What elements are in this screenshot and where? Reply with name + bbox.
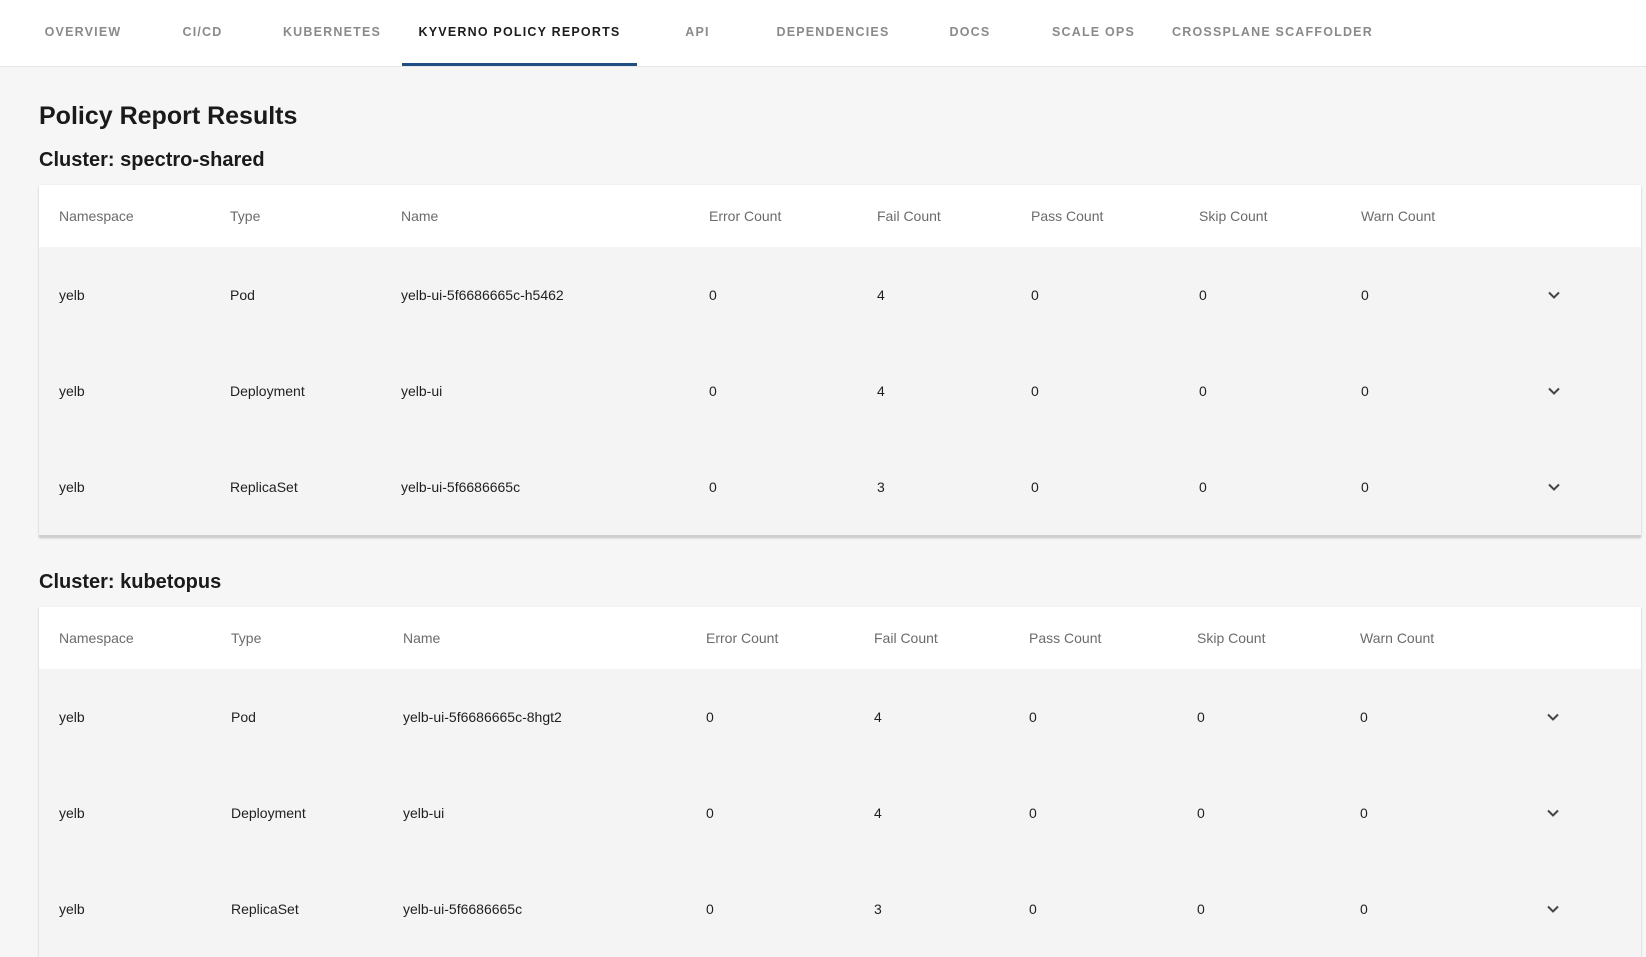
table-row: yelb Deployment yelb-ui 0 4 0 0 0 [39, 765, 1641, 861]
tab-api[interactable]: API [650, 0, 745, 63]
chevron-down-icon[interactable] [1543, 803, 1563, 823]
cell-name: yelb-ui [401, 383, 443, 399]
cell-fail-count: 4 [874, 709, 882, 725]
tab-docs[interactable]: DOCS [920, 0, 1020, 63]
table-divider [39, 535, 1641, 537]
column-header-namespace[interactable]: Namespace [59, 607, 134, 669]
cell-warn-count: 0 [1361, 479, 1369, 495]
cell-warn-count: 0 [1360, 709, 1368, 725]
cell-pass-count: 0 [1031, 287, 1039, 303]
cell-error-count: 0 [706, 805, 714, 821]
column-header-pass-count[interactable]: Pass Count [1029, 607, 1101, 669]
cell-error-count: 0 [709, 383, 717, 399]
chevron-down-icon[interactable] [1544, 285, 1564, 305]
cell-pass-count: 0 [1029, 709, 1037, 725]
column-header-warn-count[interactable]: Warn Count [1361, 185, 1435, 247]
column-header-type[interactable]: Type [230, 185, 260, 247]
cell-warn-count: 0 [1361, 383, 1369, 399]
cell-error-count: 0 [706, 709, 714, 725]
table-row: yelb ReplicaSet yelb-ui-5f6686665c 0 3 0… [39, 861, 1641, 957]
tab-kubernetes[interactable]: KUBERNETES [262, 0, 402, 63]
cell-type: Deployment [230, 383, 305, 399]
policy-report-table: Namespace Type Name Error Count Fail Cou… [39, 607, 1641, 957]
tab-bar: OVERVIEW CI/CD KUBERNETES KYVERNO POLICY… [0, 0, 1646, 67]
cell-skip-count: 0 [1197, 805, 1205, 821]
tab-crossplane-scaffolder[interactable]: CROSSPLANE SCAFFOLDER [1170, 0, 1375, 63]
cell-skip-count: 0 [1199, 479, 1207, 495]
cell-namespace: yelb [59, 709, 85, 725]
column-header-error-count[interactable]: Error Count [709, 185, 781, 247]
policy-report-table: Namespace Type Name Error Count Fail Cou… [39, 185, 1641, 537]
tab-kyverno-policy-reports[interactable]: KYVERNO POLICY REPORTS [402, 0, 637, 66]
cell-name: yelb-ui-5f6686665c-h5462 [401, 287, 564, 303]
cell-pass-count: 0 [1031, 479, 1039, 495]
column-header-skip-count[interactable]: Skip Count [1199, 185, 1267, 247]
cell-fail-count: 3 [874, 901, 882, 917]
cell-fail-count: 4 [874, 805, 882, 821]
column-header-fail-count[interactable]: Fail Count [877, 185, 941, 247]
table-row: yelb Pod yelb-ui-5f6686665c-8hgt2 0 4 0 … [39, 669, 1641, 765]
table-header: Namespace Type Name Error Count Fail Cou… [39, 185, 1641, 247]
chevron-down-icon[interactable] [1543, 707, 1563, 727]
cell-error-count: 0 [709, 479, 717, 495]
table-row: yelb ReplicaSet yelb-ui-5f6686665c 0 3 0… [39, 439, 1641, 535]
cell-fail-count: 4 [877, 287, 885, 303]
column-header-warn-count[interactable]: Warn Count [1360, 607, 1434, 669]
chevron-down-icon[interactable] [1544, 477, 1564, 497]
column-header-pass-count[interactable]: Pass Count [1031, 185, 1103, 247]
cell-skip-count: 0 [1197, 709, 1205, 725]
cell-skip-count: 0 [1199, 287, 1207, 303]
cell-error-count: 0 [706, 901, 714, 917]
cluster-heading: Cluster: kubetopus [39, 571, 222, 593]
chevron-down-icon[interactable] [1543, 899, 1563, 919]
cell-skip-count: 0 [1199, 383, 1207, 399]
cell-pass-count: 0 [1029, 805, 1037, 821]
table-row: yelb Pod yelb-ui-5f6686665c-h5462 0 4 0 … [39, 247, 1641, 343]
tab-cicd[interactable]: CI/CD [150, 0, 255, 63]
cluster-heading: Cluster: spectro-shared [39, 149, 265, 171]
cell-type: Pod [230, 287, 255, 303]
column-header-skip-count[interactable]: Skip Count [1197, 607, 1265, 669]
cell-error-count: 0 [709, 287, 717, 303]
column-header-name[interactable]: Name [401, 185, 438, 247]
column-header-type[interactable]: Type [231, 607, 261, 669]
table-row: yelb Deployment yelb-ui 0 4 0 0 0 [39, 343, 1641, 439]
cell-warn-count: 0 [1360, 805, 1368, 821]
cell-warn-count: 0 [1360, 901, 1368, 917]
cell-skip-count: 0 [1197, 901, 1205, 917]
cell-pass-count: 0 [1029, 901, 1037, 917]
chevron-down-icon[interactable] [1544, 381, 1564, 401]
cell-namespace: yelb [59, 383, 85, 399]
column-header-namespace[interactable]: Namespace [59, 185, 134, 247]
cell-fail-count: 4 [877, 383, 885, 399]
cell-pass-count: 0 [1031, 383, 1039, 399]
column-header-name[interactable]: Name [403, 607, 440, 669]
cell-namespace: yelb [59, 805, 85, 821]
column-header-error-count[interactable]: Error Count [706, 607, 778, 669]
cell-name: yelb-ui-5f6686665c [403, 901, 523, 917]
tab-dependencies[interactable]: DEPENDENCIES [758, 0, 908, 63]
cell-type: ReplicaSet [231, 901, 299, 917]
cell-name: yelb-ui [403, 805, 445, 821]
cell-namespace: yelb [59, 901, 85, 917]
cell-namespace: yelb [59, 287, 85, 303]
table-header: Namespace Type Name Error Count Fail Cou… [39, 607, 1641, 669]
cell-warn-count: 0 [1361, 287, 1369, 303]
cell-name: yelb-ui-5f6686665c-8hgt2 [403, 709, 562, 725]
cell-type: Deployment [231, 805, 306, 821]
column-header-fail-count[interactable]: Fail Count [874, 607, 938, 669]
cell-type: Pod [231, 709, 256, 725]
cell-namespace: yelb [59, 479, 85, 495]
cell-fail-count: 3 [877, 479, 885, 495]
tab-scale-ops[interactable]: SCALE OPS [1036, 0, 1151, 63]
page-title: Policy Report Results [39, 102, 298, 130]
tab-overview[interactable]: OVERVIEW [24, 0, 142, 63]
cell-type: ReplicaSet [230, 479, 298, 495]
cell-name: yelb-ui-5f6686665c [401, 479, 521, 495]
